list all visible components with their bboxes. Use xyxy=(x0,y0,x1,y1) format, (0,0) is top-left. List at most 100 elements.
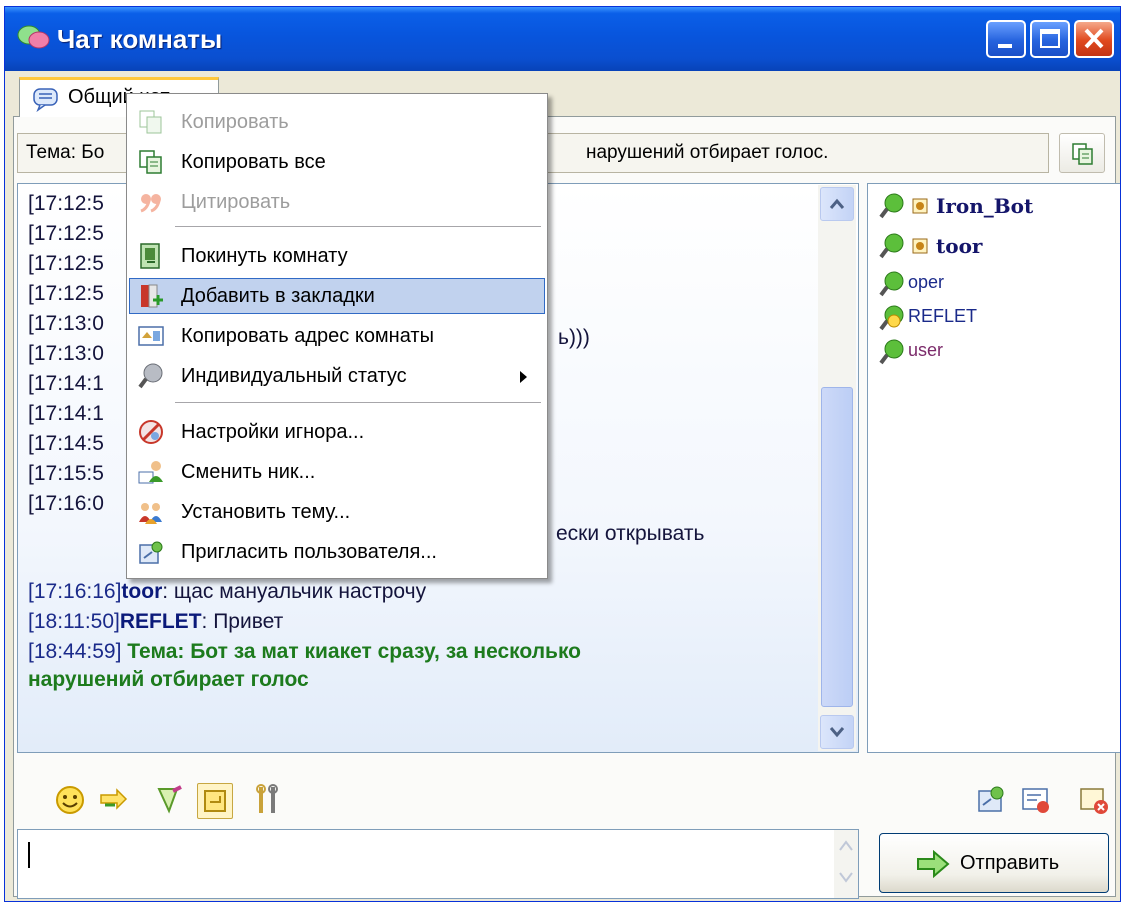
input-scrollbar[interactable] xyxy=(834,830,858,898)
copy-icon xyxy=(1072,143,1093,165)
close-button[interactable] xyxy=(1074,20,1114,58)
user-name: toor xyxy=(936,234,983,258)
hidden-timestamp: [17:12:5 xyxy=(28,282,104,305)
invite-user-button[interactable] xyxy=(975,783,1011,819)
menu-item-copy-all[interactable]: Копировать все xyxy=(129,144,545,180)
user-list-item[interactable]: Iron_Bot xyxy=(868,190,1118,222)
minimize-button[interactable] xyxy=(986,20,1026,58)
user-list-item[interactable]: oper xyxy=(868,268,1118,300)
hidden-timestamp: [17:13:0 xyxy=(28,312,104,335)
menu-item-leave-room[interactable]: Покинуть комнату xyxy=(129,238,545,274)
message-time: [18:11:50] xyxy=(28,610,120,633)
message-text: : щас мануальчик настрочу xyxy=(162,580,427,603)
moderator-icon xyxy=(912,198,928,214)
scroll-down-button[interactable] xyxy=(820,715,854,749)
message-text: : Привет xyxy=(201,610,284,633)
menu-item-label: Копировать адрес комнаты xyxy=(181,325,434,347)
arrow-swap-icon xyxy=(100,788,128,810)
message-fragment: ески открывать xyxy=(556,522,705,545)
format-text-button[interactable] xyxy=(153,783,189,819)
hidden-timestamp: [17:15:5 xyxy=(28,462,104,485)
hidden-timestamp: [17:12:5 xyxy=(28,192,104,215)
scroll-up-button[interactable] xyxy=(820,187,854,221)
user-list-item[interactable]: user xyxy=(868,336,1118,368)
chevron-down-icon xyxy=(839,872,853,883)
smiley-icon xyxy=(56,786,84,814)
menu-item-add-bookmark[interactable]: Добавить в закладки xyxy=(129,278,545,314)
menu-item-label: Копировать xyxy=(181,111,289,133)
close-window-icon xyxy=(1080,788,1108,814)
nick-icon xyxy=(138,461,163,484)
message-nick: REFLET xyxy=(119,610,202,633)
maximize-icon xyxy=(1040,29,1060,48)
menu-separator xyxy=(175,402,541,403)
chat-message: [18:11:50]REFLET: Привет xyxy=(28,610,283,634)
hidden-timestamp: [17:12:5 xyxy=(28,222,104,245)
moderator-icon xyxy=(912,238,928,254)
hidden-timestamp: [17:14:1 xyxy=(28,402,104,425)
copy-topic-button[interactable] xyxy=(1059,133,1105,173)
room-info-button[interactable] xyxy=(1019,783,1055,819)
maximize-button[interactable] xyxy=(1030,20,1070,58)
message-fragment: ь))) xyxy=(558,326,590,349)
menu-item-quote[interactable]: Цитировать xyxy=(129,184,545,220)
submenu-arrow-icon xyxy=(520,371,527,383)
window-title: Чат комнаты xyxy=(57,24,223,54)
menu-item-label: Настройки игнора... xyxy=(181,421,365,443)
hidden-timestamp: [17:14:1 xyxy=(28,372,104,395)
hidden-timestamp: [17:14:5 xyxy=(28,432,104,455)
smiley-button[interactable] xyxy=(53,783,89,819)
menu-separator xyxy=(175,226,541,227)
toggle-autoscroll-button[interactable] xyxy=(197,783,233,819)
chat-message-continued: нарушений отбирает голос xyxy=(28,668,309,692)
user-list[interactable]: Iron_Bot toor oper REFLET user xyxy=(867,183,1120,753)
menu-item-set-topic[interactable]: Установить тему... xyxy=(129,494,545,530)
user-list-item[interactable]: toor xyxy=(868,230,1118,262)
topic-change-message: Тема: Бот за мат киакет сразу, за нескол… xyxy=(127,640,582,663)
menu-item-individual-status[interactable]: Индивидуальный статус xyxy=(129,358,545,394)
chat-scrollbar[interactable] xyxy=(818,185,856,751)
title-bar[interactable]: Чат комнаты xyxy=(5,7,1120,71)
brush-icon xyxy=(157,785,182,814)
send-arrow-icon xyxy=(917,850,950,878)
status-icon xyxy=(138,363,163,389)
scroll-thumb[interactable] xyxy=(821,387,853,707)
send-button-label: Отправить xyxy=(960,852,1060,874)
menu-item-label: Сменить ник... xyxy=(181,461,316,483)
menu-item-label: Цитировать xyxy=(181,191,291,213)
message-time: [17:16:16] xyxy=(28,580,122,603)
menu-item-ignore-settings[interactable]: Настройки игнора... xyxy=(129,414,545,450)
user-list-item[interactable]: REFLET xyxy=(868,302,1118,334)
chevron-up-icon xyxy=(839,840,853,851)
context-menu: Копировать Копировать все Цитировать Пок… xyxy=(126,93,548,579)
send-button[interactable]: Отправить xyxy=(879,833,1109,893)
close-icon xyxy=(1084,28,1104,49)
chat-bubbles-icon xyxy=(17,25,50,49)
invite-icon xyxy=(139,541,163,564)
menu-item-invite-user[interactable]: Пригласить пользователя... xyxy=(129,534,545,570)
user-name: Iron_Bot xyxy=(936,194,1034,218)
online-status-icon xyxy=(879,339,904,365)
online-smiley-status-icon xyxy=(879,305,904,331)
message-input[interactable] xyxy=(17,829,859,899)
ignore-icon xyxy=(139,420,163,444)
insert-nick-button[interactable] xyxy=(97,783,133,819)
close-room-button[interactable] xyxy=(1077,783,1113,819)
tools-button[interactable] xyxy=(251,783,287,819)
menu-item-copy[interactable]: Копировать xyxy=(129,104,545,140)
message-time: [18:44:59] xyxy=(28,640,122,663)
leave-room-icon xyxy=(140,243,160,269)
menu-item-label: Установить тему... xyxy=(181,501,351,523)
text-caret xyxy=(28,842,30,868)
room-address-icon xyxy=(138,326,164,346)
tools-icon xyxy=(256,784,278,813)
set-topic-icon xyxy=(139,503,162,524)
message-nick: toor xyxy=(121,580,163,603)
invite-icon xyxy=(978,786,1004,812)
online-status-icon xyxy=(879,271,904,297)
menu-item-change-nick[interactable]: Сменить ник... xyxy=(129,454,545,490)
chevron-up-icon xyxy=(829,198,845,209)
menu-item-copy-room-address[interactable]: Копировать адрес комнаты xyxy=(129,318,545,354)
hidden-timestamp: [17:12:5 xyxy=(28,252,104,275)
room-card-icon xyxy=(1022,788,1049,813)
